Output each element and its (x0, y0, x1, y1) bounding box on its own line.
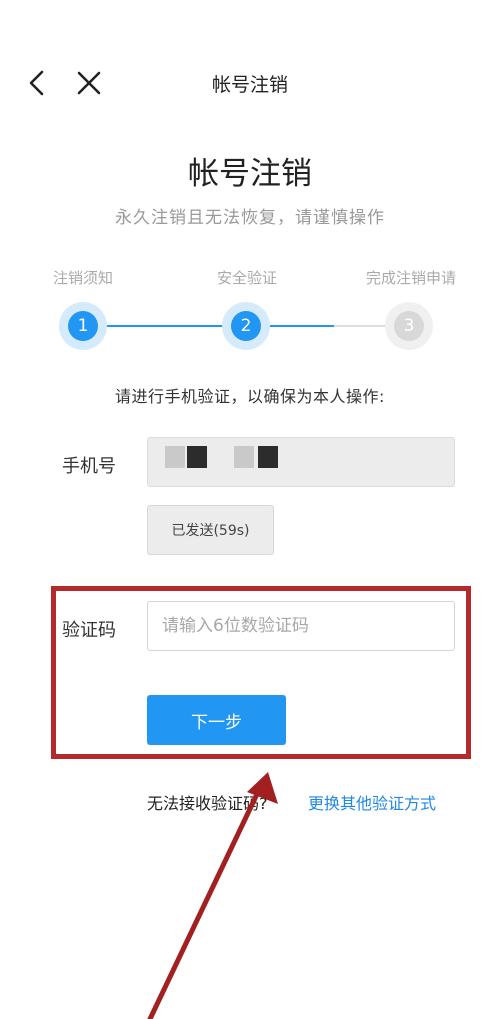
nav-title: 帐号注销 (211, 74, 288, 96)
verification-instruction: 请进行手机验证，以确保为本人操作: (115, 387, 385, 406)
page-title: 帐号注销 (188, 156, 312, 192)
phone-mask-segment (165, 446, 185, 468)
phone-mask-segment (187, 446, 207, 468)
page-subtitle: 永久注销且无法恢复，请谨慎操作 (115, 208, 385, 228)
step-label-2: 安全验证 (216, 269, 277, 287)
step-label-1: 注销须知 (52, 269, 113, 287)
step-label-3: 完成注销申请 (365, 269, 456, 287)
verification-code-input[interactable] (147, 601, 455, 651)
code-label: 验证码 (62, 620, 116, 641)
cannot-receive-code-text: 无法接收验证码? (147, 794, 268, 813)
step-connector-1 (97, 325, 231, 327)
step-dot-2: 2 (231, 311, 261, 341)
phone-mask-segment (258, 446, 278, 468)
phone-mask-segment (234, 446, 254, 468)
next-step-button[interactable]: 下一步 (147, 695, 286, 745)
switch-verification-method-link[interactable]: 更换其他验证方式 (308, 790, 436, 814)
step-dot-3: 3 (394, 311, 424, 341)
step-dot-1: 1 (68, 311, 98, 341)
resend-code-button[interactable]: 已发送(59s) (147, 505, 274, 555)
phone-label: 手机号 (62, 456, 116, 477)
step-connector-2-done (268, 325, 334, 327)
